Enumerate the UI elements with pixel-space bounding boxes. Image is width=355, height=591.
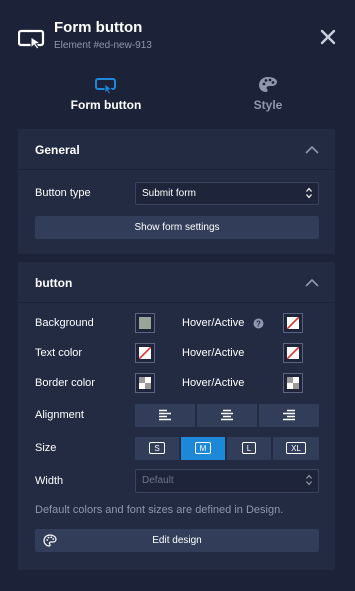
size-option-text: M <box>194 442 212 454</box>
design-note: Default colors and font sizes are define… <box>35 504 284 516</box>
hover-active-label: Hover/Active <box>182 317 245 329</box>
width-select[interactable]: Default <box>135 469 319 493</box>
element-id: Element #ed-new-913 <box>54 40 152 51</box>
panel-title: Form button <box>54 19 143 36</box>
size-option-label: L <box>227 442 271 454</box>
size-option-label: M <box>181 442 225 454</box>
width-value: Default <box>142 475 174 486</box>
alignment-label: Alignment <box>35 409 84 421</box>
edit-design-label: Edit design <box>152 535 202 546</box>
color-fill <box>139 317 151 329</box>
align-left-icon <box>159 409 171 421</box>
align-center-button[interactable] <box>197 404 257 427</box>
size-option-text: S <box>149 442 165 454</box>
form-button-icon <box>18 29 45 50</box>
section-title: button <box>35 276 73 290</box>
chevron-up-icon <box>305 278 319 287</box>
size-option-text: L <box>241 442 257 454</box>
size-option-label: XL <box>273 442 319 454</box>
background-hover-swatch[interactable] <box>283 313 303 333</box>
size-option-m[interactable]: M <box>181 437 225 460</box>
tab-form-button[interactable]: Form button <box>31 70 181 120</box>
palette-icon <box>259 77 277 92</box>
border-color-label: Border color <box>35 377 95 389</box>
general-section-header[interactable]: General <box>18 129 335 169</box>
tab-bar: Form button Style <box>0 70 355 120</box>
hover-active-label: Hover/Active <box>182 347 245 359</box>
button-type-select[interactable]: Submit form <box>135 182 319 205</box>
close-icon[interactable] <box>318 27 338 47</box>
size-label: Size <box>35 442 57 454</box>
tab-style[interactable]: Style <box>193 70 343 120</box>
button-section: button Background Hover/Active ? Text co… <box>18 262 335 570</box>
size-option-text: XL <box>286 442 306 454</box>
divider <box>18 302 335 303</box>
button-type-value: Submit form <box>142 188 196 199</box>
no-color-icon <box>287 317 299 329</box>
transparent-icon <box>287 377 299 389</box>
transparent-icon <box>139 377 151 389</box>
edit-design-button[interactable]: Edit design <box>35 529 319 552</box>
general-section: General Button type Submit form Show for… <box>18 129 335 254</box>
divider <box>18 169 335 170</box>
size-option-l[interactable]: L <box>227 437 271 460</box>
select-arrows-icon <box>306 187 312 199</box>
background-label: Background <box>35 317 94 329</box>
text-color-label: Text color <box>35 347 83 359</box>
form-button-icon <box>95 78 116 94</box>
button-type-label: Button type <box>35 187 91 199</box>
width-label: Width <box>35 475 64 487</box>
align-left-button[interactable] <box>135 404 195 427</box>
align-right-button[interactable] <box>259 404 319 427</box>
size-option-s[interactable]: S <box>135 437 179 460</box>
no-color-icon <box>287 347 299 359</box>
border-color-swatch[interactable] <box>135 373 155 393</box>
settings-panel: Form button Element #ed-new-913 Form but… <box>0 0 355 591</box>
text-color-hover-swatch[interactable] <box>283 343 303 363</box>
button-section-header[interactable]: button <box>18 262 335 302</box>
chevron-up-icon <box>305 145 319 154</box>
no-color-icon <box>139 347 151 359</box>
show-form-settings-button[interactable]: Show form settings <box>35 216 319 239</box>
size-option-label: S <box>135 442 179 454</box>
border-color-hover-swatch[interactable] <box>283 373 303 393</box>
align-center-icon <box>221 409 233 421</box>
panel-header: Form button Element #ed-new-913 <box>0 0 355 62</box>
palette-icon <box>43 534 57 547</box>
tab-label: Form button <box>70 98 142 112</box>
size-option-xl[interactable]: XL <box>273 437 319 460</box>
align-right-icon <box>283 409 295 421</box>
tab-label: Style <box>253 98 283 112</box>
select-arrows-icon <box>306 474 312 486</box>
text-color-swatch[interactable] <box>135 343 155 363</box>
section-title: General <box>35 143 80 157</box>
hover-active-label: Hover/Active <box>182 377 245 389</box>
background-color-swatch[interactable] <box>135 313 155 333</box>
svg-text:?: ? <box>256 320 261 329</box>
help-icon[interactable]: ? <box>253 318 264 329</box>
